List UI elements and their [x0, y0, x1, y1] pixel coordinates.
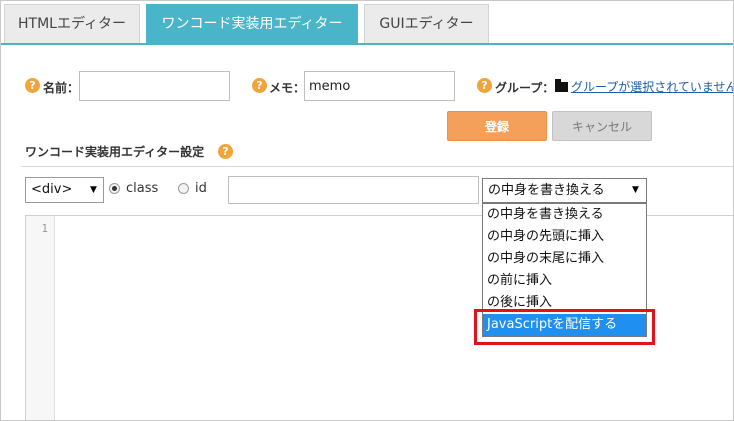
radio-class[interactable]: [109, 183, 120, 194]
radio-id-label: id: [195, 181, 207, 196]
tab-gui-editor[interactable]: GUIエディター: [364, 4, 489, 43]
action-select[interactable]: の中身を書き換える: [482, 178, 647, 203]
memo-label: メモ：: [269, 81, 306, 95]
group-select-link[interactable]: グループが選択されていません: [571, 78, 733, 95]
chevron-down-icon-action: ▼: [632, 185, 639, 195]
name-input[interactable]: [79, 71, 230, 101]
memo-input[interactable]: [304, 71, 455, 101]
tag-select-value: <div>: [31, 182, 73, 197]
register-button[interactable]: 登録: [447, 111, 547, 141]
tab-onecode-editor[interactable]: ワンコード実装用エディター: [146, 4, 358, 43]
dropdown-option[interactable]: の中身を書き換える: [483, 204, 646, 226]
highlight-box: [474, 309, 655, 345]
group-label: グループ：: [495, 81, 555, 95]
line-gutter: 1: [26, 216, 55, 420]
tab-html-editor[interactable]: HTMLエディター: [4, 4, 140, 43]
section-title: ワンコード実装用エディター設定: [25, 145, 205, 159]
dropdown-option[interactable]: の中身の先頭に挿入: [483, 226, 646, 248]
radio-id[interactable]: [178, 183, 189, 194]
help-icon-memo[interactable]: ?: [252, 78, 267, 93]
section-divider: [21, 166, 733, 167]
selector-name-input[interactable]: [228, 176, 479, 204]
folder-icon: [555, 79, 568, 92]
action-select-value: の中身を書き換える: [488, 183, 605, 198]
radio-class-label: class: [126, 181, 159, 196]
help-icon-group[interactable]: ?: [477, 78, 492, 93]
cancel-button[interactable]: キャンセル: [552, 111, 652, 141]
chevron-down-icon: ▼: [90, 185, 97, 195]
tab-bar: HTMLエディター ワンコード実装用エディター GUIエディター: [1, 1, 733, 45]
name-label: 名前：: [43, 81, 80, 95]
dropdown-option[interactable]: の中身の末尾に挿入: [483, 248, 646, 270]
dropdown-option[interactable]: の前に挿入: [483, 270, 646, 292]
line-number: 1: [41, 222, 48, 235]
help-icon-name[interactable]: ?: [25, 78, 40, 93]
help-icon-section[interactable]: ?: [218, 144, 233, 159]
editor-window: HTMLエディター ワンコード実装用エディター GUIエディター ? 名前： ?…: [0, 0, 734, 421]
